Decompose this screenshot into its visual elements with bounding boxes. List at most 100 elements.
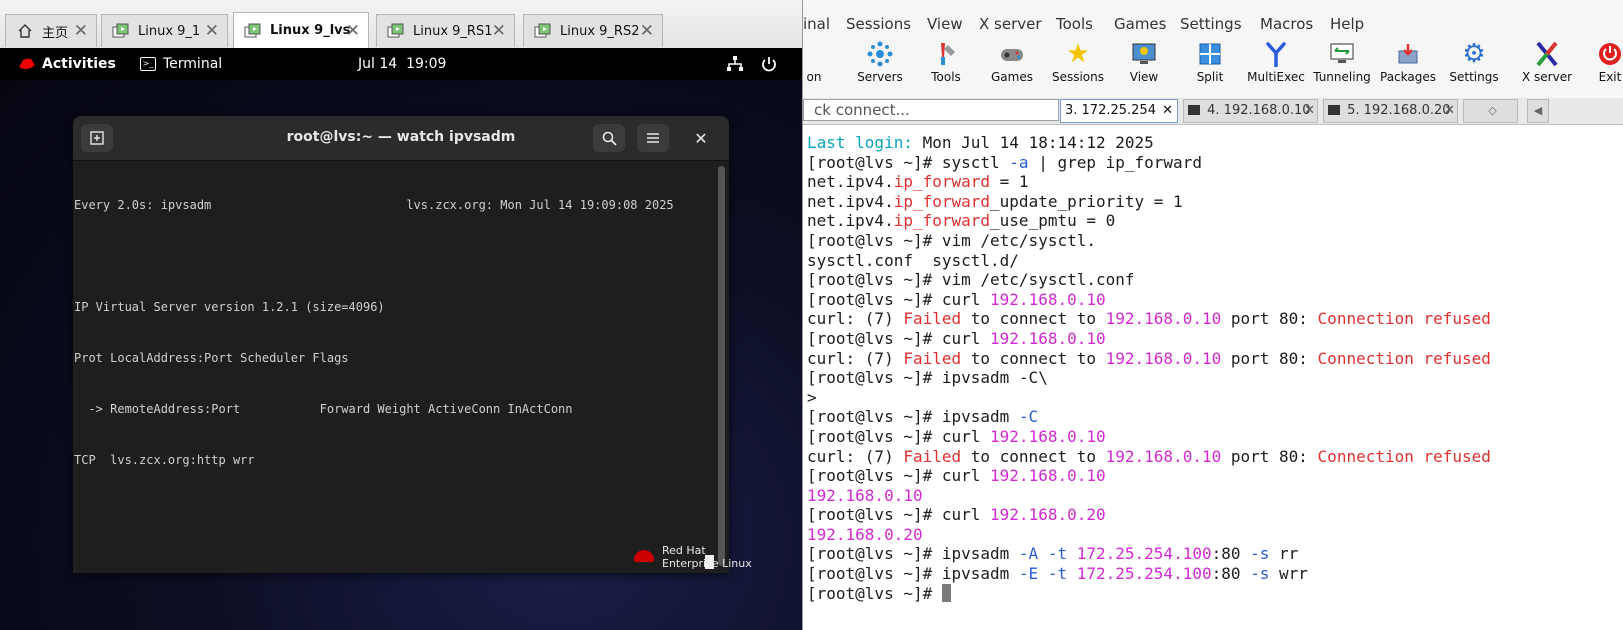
toolbar-label: Games [991, 70, 1033, 84]
toolbar-view-button[interactable]: View [1107, 38, 1181, 84]
terminal-line: curl: (7) Failed to connect to 192.168.0… [807, 309, 1623, 329]
toolbar-label: Exit [1598, 70, 1622, 84]
vm-tab-linux9-rs1[interactable]: Linux 9_RS1 ✕ [376, 14, 515, 47]
network-icon[interactable] [726, 48, 744, 80]
vm-tab-linux9-1[interactable]: Linux 9_1 ✕ [101, 14, 228, 47]
toolbar-exit-button[interactable]: Exit [1573, 38, 1623, 84]
power-icon[interactable] [760, 48, 778, 80]
menu-view[interactable]: View [927, 15, 963, 33]
terminal-line: Prot LocalAddress:Port Scheduler Flags [74, 351, 349, 365]
mobaxterm-terminal-output[interactable]: Last login: Mon Jul 14 18:14:12 2025 [roo… [803, 125, 1623, 630]
terminal-output[interactable]: Every 2.0s: ipvsadm lvs.zcx.org: Mon Jul… [73, 160, 713, 573]
toolbar-label: Tunneling [1313, 70, 1371, 84]
terminal-text-segment: curl: (7) [807, 309, 904, 329]
search-button[interactable] [593, 124, 625, 152]
toolbar-packages-button[interactable]: Packages [1371, 38, 1445, 84]
terminal-text-segment: 192.168.0.10 [990, 466, 1106, 486]
scroll-tabs-left-button[interactable]: ◀ [1527, 99, 1549, 123]
terminal-line: [root@lvs ~]# curl 192.168.0.10 [807, 466, 1623, 486]
vm-tab-linux9-lvs[interactable]: Linux 9_lvs ✕ [233, 12, 369, 48]
terminal-text-segment: -s [1250, 544, 1270, 564]
vm-tab-home[interactable]: 主页 ✕ [5, 14, 97, 47]
terminal-text-segment: Connection refused [1317, 446, 1491, 466]
toolbar-servers-button[interactable]: Servers [843, 38, 917, 84]
terminal-icon: >_ [140, 57, 156, 71]
terminal-line: Last login: Mon Jul 14 18:14:12 2025 [807, 133, 1623, 153]
toolbar-settings-button[interactable]: ⚙ Settings [1437, 38, 1511, 84]
vm-screen[interactable]: Activities >_ Terminal Jul 14 19:09 root… [0, 48, 802, 630]
terminal-text-segment: 192.168.0.10 [807, 485, 923, 505]
vm-icon [110, 22, 132, 40]
close-icon[interactable]: ✕ [1304, 100, 1315, 122]
activities-button[interactable]: Activities [18, 48, 116, 80]
terminal-line: net.ipv4.ip_forward = 1 [807, 172, 1623, 192]
vm-tab-label: Linux 9_1 [138, 23, 201, 39]
terminal-text-segment: 192.168.0.10 [990, 328, 1106, 348]
close-icon[interactable]: ✕ [205, 21, 219, 41]
terminal-text-segment: Last login: [807, 133, 913, 152]
menu-help[interactable]: Help [1330, 15, 1364, 33]
toolbar-games-button[interactable]: Games [975, 38, 1049, 84]
menu-sessions[interactable]: Sessions [846, 15, 911, 33]
menu-macros[interactable]: Macros [1260, 15, 1313, 33]
menu-terminal[interactable]: inal [803, 15, 830, 33]
toolbar-label: MultiExec [1247, 70, 1305, 84]
terminal-text-segment: _use_pmtu = 0 [990, 211, 1116, 231]
session-tab-4[interactable]: 4. 192.168.0.10 ✕ [1183, 99, 1318, 123]
terminal-line: curl: (7) Failed to connect to 192.168.0… [807, 447, 1623, 467]
terminal-text-segment: [root@lvs ~]# vim /etc/sysctl.conf [807, 270, 1135, 290]
gnome-terminal-window[interactable]: root@lvs:~ — watch ipvsadm ✕ Every 2.0s:… [73, 116, 729, 573]
toolbar-sessions-button[interactable]: ★ Sessions [1041, 38, 1115, 84]
toolbar-label: View [1129, 70, 1159, 84]
terminal-line: net.ipv4.ip_forward_update_priority = 1 [807, 192, 1623, 212]
home-icon [14, 22, 36, 40]
close-icon[interactable]: ✕ [1444, 100, 1455, 122]
hamburger-menu-icon [647, 133, 659, 143]
close-window-button[interactable]: ✕ [685, 124, 717, 152]
session-tab-5[interactable]: 5. 192.168.0.20 ✕ [1323, 99, 1458, 123]
terminal-header-bar: root@lvs:~ — watch ipvsadm ✕ [73, 116, 729, 161]
terminal-scrollbar[interactable] [718, 166, 725, 566]
power-icon [1596, 40, 1623, 68]
terminal-icon [1188, 105, 1200, 115]
toolbar-label: Sessions [1051, 70, 1105, 84]
menu-tools[interactable]: Tools [1056, 15, 1093, 33]
terminal-text-segment: -t [1047, 544, 1068, 564]
menu-games[interactable]: Games [1114, 15, 1166, 33]
toolbar-multiexec-button[interactable]: MultiExec [1239, 38, 1313, 84]
vm-tab-linux9-rs2[interactable]: Linux 9_RS2 ✕ [523, 14, 663, 47]
terminal-text-segment: ip_forward [893, 191, 991, 211]
terminal-text-segment: -t [1047, 564, 1068, 584]
terminal-text-segment: [root@lvs ~]# vim /etc/sysctl. [807, 230, 1096, 250]
terminal-text-segment: sysctl.conf sysctl.d/ [807, 250, 1019, 270]
menu-button[interactable] [637, 124, 669, 152]
vm-icon [532, 22, 554, 40]
toolbar-tools-button[interactable]: Tools [909, 38, 983, 84]
terminal-text-segment: to connect to [961, 309, 1106, 329]
terminal-text-segment: [root@lvs ~]# ipvsadm [807, 407, 1019, 427]
vm-icon [385, 22, 407, 40]
menu-x-server[interactable]: X server [979, 15, 1042, 33]
session-tab-3[interactable]: 3. 172.25.254 ✕ [1060, 99, 1178, 123]
quick-connect-input[interactable]: ck connect... [803, 99, 1059, 121]
menu-bar: inal Sessions View X server Tools Games … [803, 10, 1623, 38]
menu-settings[interactable]: Settings [1180, 15, 1242, 33]
terminal-app-menu[interactable]: >_ Terminal [140, 48, 222, 80]
clock[interactable]: Jul 14 19:09 [358, 48, 446, 80]
close-icon[interactable]: ✕ [74, 21, 88, 41]
terminal-text-segment: [root@lvs ~]# curl [807, 505, 991, 525]
close-icon[interactable]: ✕ [346, 21, 360, 41]
terminal-label: Terminal [163, 56, 223, 72]
toolbar-tunneling-button[interactable]: Tunneling [1305, 38, 1379, 84]
terminal-text-segment: Connection refused [1317, 348, 1491, 368]
terminal-line: IP Virtual Server version 1.2.1 (size=40… [74, 300, 385, 314]
terminal-text-segment: > [807, 387, 817, 407]
close-icon[interactable]: ✕ [492, 21, 506, 41]
terminal-line: [root@lvs ~]# sysctl -a | grep ip_forwar… [807, 153, 1623, 173]
close-icon[interactable]: ✕ [640, 21, 654, 41]
close-icon[interactable]: ✕ [1162, 100, 1173, 122]
toolbar-split-button[interactable]: Split [1173, 38, 1247, 84]
multiexec-icon [1262, 40, 1290, 68]
new-tab-button[interactable]: ◇ [1463, 99, 1518, 123]
